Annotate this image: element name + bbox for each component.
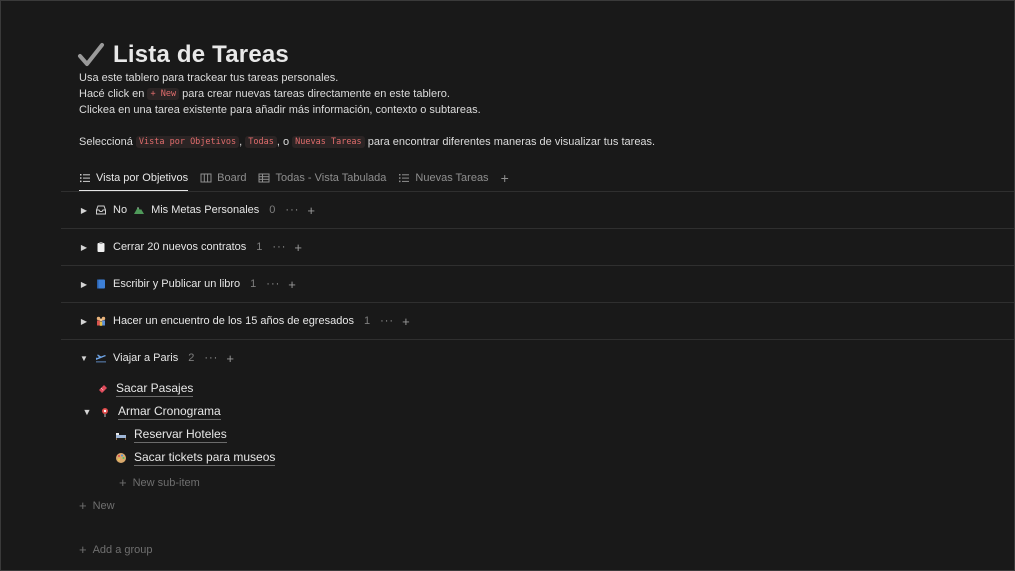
description-line-2: Hacé click en + New para crear nuevas ta… [79, 86, 450, 102]
list-item-armar-cronograma[interactable]: ▼ Armar Cronograma [82, 402, 221, 422]
expanded-toggle-icon[interactable]: ▼ [79, 354, 89, 363]
item-title[interactable]: Reservar Hoteles [134, 427, 227, 443]
description-line-3: Clickea en una tarea existente para añad… [79, 104, 481, 116]
bed-icon [116, 433, 126, 440]
add-item-icon[interactable]: + [402, 314, 410, 329]
group-count: 2 [188, 352, 195, 364]
tab-board[interactable]: Board [200, 167, 246, 189]
more-options-icon[interactable]: ··· [272, 241, 286, 253]
description-line-1: Usa este tablero para trackear tus tarea… [79, 72, 339, 84]
collapsed-toggle-icon[interactable]: ▶ [79, 280, 89, 289]
app-frame: Lista de Tareas Usa este tablero para tr… [0, 0, 1015, 571]
group-divider [61, 339, 1014, 340]
group-mis-metas-personales[interactable]: ▶ No Mis Metas Personales 0 ··· + [79, 199, 315, 221]
palette-icon [116, 453, 126, 463]
group-count: 0 [269, 204, 276, 216]
group-label: Viajar a Paris [113, 352, 179, 364]
tab-label: Vista por Objetivos [96, 172, 189, 184]
item-title[interactable]: Armar Cronograma [118, 404, 221, 420]
title-row: Lista de Tareas [77, 39, 289, 71]
desc2-text: Hacé click en [79, 88, 145, 100]
code-chip-todas: Todas [245, 136, 277, 148]
tab-label: Todas - Vista Tabulada [275, 172, 387, 184]
item-title[interactable]: Sacar tickets para museos [134, 450, 276, 466]
board-icon [200, 173, 212, 183]
view-tabs: Vista por Objetivos Board Todas - Vista … [79, 167, 509, 192]
desc4-text: Seleccioná [79, 136, 133, 148]
checkmark-icon [78, 43, 104, 66]
group-label: Escribir y Publicar un libro [113, 278, 241, 290]
add-item-icon[interactable]: + [307, 203, 315, 218]
desc2-text-post: para crear nuevas tareas directamente en… [182, 88, 450, 100]
group-label: Mis Metas Personales [151, 204, 260, 216]
code-chip-vista: Vista por Objetivos [135, 136, 240, 148]
group-divider [61, 265, 1014, 266]
add-group-label: Add a group [92, 543, 153, 556]
group-escribir-libro[interactable]: ▶ Escribir y Publicar un libro 1 ··· + [79, 273, 296, 295]
collapsed-toggle-icon[interactable]: ▶ [79, 317, 89, 326]
add-view-button[interactable]: + [501, 170, 509, 186]
more-options-icon[interactable]: ··· [285, 204, 299, 216]
tab-label: Board [217, 172, 247, 184]
plus-icon: + [119, 475, 127, 490]
add-group-button[interactable]: + Add a group [79, 542, 153, 557]
airplane-icon [96, 354, 106, 363]
people-icon [96, 316, 106, 326]
tab-nuevas-tareas[interactable]: Nuevas Tareas [398, 167, 489, 189]
clipboard-icon [97, 242, 105, 252]
book-icon [97, 279, 105, 289]
list-icon [399, 174, 410, 183]
new-code-chip: + New [147, 88, 180, 100]
tab-todas-vista-tabulada[interactable]: Todas - Vista Tabulada [258, 167, 386, 189]
new-sub-item-label: New sub-item [132, 476, 200, 489]
tab-label: Nuevas Tareas [415, 172, 489, 184]
plus-icon: + [79, 542, 87, 557]
new-sub-item-button[interactable]: + New sub-item [119, 475, 200, 490]
group-viajar-paris[interactable]: ▼ Viajar a Paris 2 ··· + [79, 347, 234, 369]
more-options-icon[interactable]: ··· [204, 352, 218, 364]
description-line-4: Seleccioná Vista por Objetivos, Todas, o… [79, 134, 655, 150]
group-label: Hacer un encuentro de los 15 años de egr… [113, 315, 354, 327]
page-title: Lista de Tareas [113, 41, 289, 68]
more-options-icon[interactable]: ··· [380, 315, 394, 327]
list-item-sacar-pasajes[interactable]: Sacar Pasajes [97, 379, 194, 399]
group-count: 1 [256, 241, 263, 253]
list-item-sacar-tickets-museos[interactable]: Sacar tickets para museos [115, 448, 276, 468]
tab-vista-por-objetivos[interactable]: Vista por Objetivos [79, 167, 189, 192]
more-options-icon[interactable]: ··· [266, 278, 280, 290]
group-divider [61, 228, 1014, 229]
desc4-text-post: para encontrar diferentes maneras de vis… [367, 136, 656, 148]
plus-icon: + [79, 498, 87, 513]
group-divider [61, 302, 1014, 303]
list-item-reservar-hoteles[interactable]: Reservar Hoteles [115, 425, 227, 445]
ticket-icon [99, 385, 107, 393]
collapsed-toggle-icon[interactable]: ▶ [79, 206, 89, 215]
group-label: Cerrar 20 nuevos contratos [113, 241, 247, 253]
item-title[interactable]: Sacar Pasajes [116, 381, 194, 397]
new-item-label: New [92, 499, 115, 512]
add-item-icon[interactable]: + [226, 351, 234, 366]
mountain-icon [134, 207, 145, 214]
add-item-icon[interactable]: + [294, 240, 302, 255]
group-prefix: No [113, 204, 128, 216]
collapsed-toggle-icon[interactable]: ▶ [79, 243, 89, 252]
expanded-toggle-icon[interactable]: ▼ [82, 407, 92, 417]
tabs-divider [61, 191, 1014, 192]
list-icon [80, 174, 90, 183]
desc4-sep-1: , [239, 136, 243, 148]
group-encuentro-egresados[interactable]: ▶ Hacer un encuentro de los 15 años de e… [79, 310, 410, 332]
desc4-sep-2: , o [276, 136, 290, 148]
add-item-icon[interactable]: + [288, 277, 296, 292]
table-icon [258, 173, 270, 183]
code-chip-nuevas: Nuevas Tareas [292, 136, 365, 148]
pushpin-icon [102, 408, 108, 417]
inbox-icon [96, 205, 106, 215]
new-item-button[interactable]: + New [79, 498, 115, 513]
group-count: 1 [250, 278, 257, 290]
group-cerrar-contratos[interactable]: ▶ Cerrar 20 nuevos contratos 1 ··· + [79, 236, 302, 258]
group-count: 1 [363, 315, 371, 327]
